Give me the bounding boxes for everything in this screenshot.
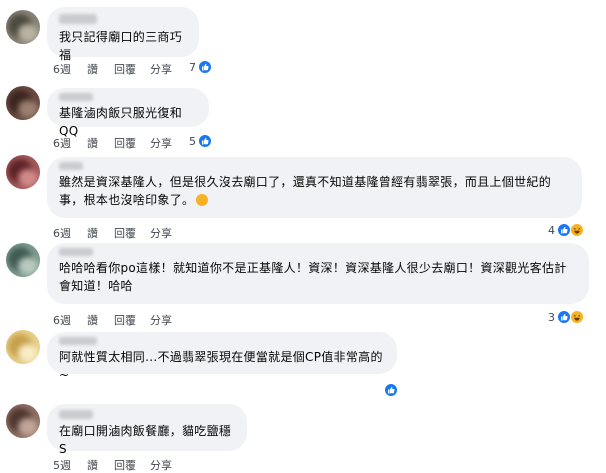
- comment-text: 在廟口開滷肉飯餐廳，貓吃鹽穩S: [59, 424, 232, 456]
- haha-icon[interactable]: [570, 310, 584, 324]
- author-name[interactable]: [59, 248, 93, 256]
- timestamp[interactable]: 6週: [53, 135, 71, 151]
- reply-button[interactable]: 回覆: [114, 135, 136, 151]
- comment-text: 阿就性質太相同...不過翡翠張現在便當就是個CP值非常高的~: [59, 350, 383, 382]
- like-button[interactable]: 讚: [87, 225, 98, 241]
- reply-button[interactable]: 回覆: [114, 457, 136, 473]
- reply-button[interactable]: 回覆: [114, 225, 136, 241]
- like-icon[interactable]: [198, 60, 212, 74]
- share-button[interactable]: 分享: [150, 61, 172, 77]
- timestamp[interactable]: 6週: [53, 61, 71, 77]
- author-name[interactable]: [59, 337, 97, 345]
- comment-bubble: 在廟口開滷肉飯餐廳，貓吃鹽穩S: [47, 404, 247, 456]
- comment-text-line2: 事，根本也沒啥印象了。: [59, 193, 195, 207]
- reply-button[interactable]: 回覆: [114, 61, 136, 77]
- like-icon[interactable]: [198, 134, 212, 148]
- timestamp[interactable]: 6週: [53, 225, 71, 241]
- reply-button[interactable]: 回覆: [114, 312, 136, 328]
- comment-bubble: 阿就性質太相同...不過翡翠張現在便當就是個CP值非常高的~: [47, 332, 397, 382]
- comment-text: 我只記得廟口的三商巧福: [59, 30, 183, 62]
- avatar[interactable]: [6, 10, 40, 44]
- avatar[interactable]: [6, 243, 40, 277]
- reaction-count[interactable]: 5: [189, 135, 196, 148]
- comment-text-line1: 哈哈哈看你po這樣！就知道你不是正基隆人！資深！資深基隆人很少去廟口！資深觀光客…: [59, 261, 567, 275]
- reaction-count[interactable]: 3: [548, 311, 555, 324]
- like-icon[interactable]: [384, 383, 398, 397]
- share-button[interactable]: 分享: [150, 457, 172, 473]
- author-name[interactable]: [59, 162, 83, 170]
- avatar[interactable]: [6, 404, 40, 438]
- comment-bubble: 雖然是資深基隆人，但是很久沒去廟口了，還真不知道基隆曾經有翡翠張，而且上個世紀的…: [47, 157, 582, 218]
- comment-bubble: 我只記得廟口的三商巧福: [47, 7, 199, 62]
- like-button[interactable]: 讚: [87, 312, 98, 328]
- author-name[interactable]: [59, 14, 97, 24]
- share-button[interactable]: 分享: [150, 312, 172, 328]
- laughing-emoji-icon: [196, 194, 209, 206]
- author-name[interactable]: [59, 410, 93, 419]
- reaction-count[interactable]: 7: [189, 61, 196, 74]
- like-button[interactable]: 讚: [87, 61, 98, 77]
- like-button[interactable]: 讚: [87, 135, 98, 151]
- like-button[interactable]: 讚: [87, 457, 98, 473]
- haha-icon[interactable]: [570, 223, 584, 237]
- like-icon[interactable]: [557, 223, 571, 237]
- comment-bubble: 基隆滷肉飯只服光復和QQ: [47, 88, 209, 138]
- avatar[interactable]: [6, 86, 40, 120]
- comment-text-line1: 雖然是資深基隆人，但是很久沒去廟口了，還真不知道基隆曾經有翡翠張，而且上個世紀的: [59, 175, 552, 189]
- author-name[interactable]: [59, 93, 93, 101]
- share-button[interactable]: 分享: [150, 225, 172, 241]
- comment-text-line2: 會知道！哈哈: [59, 279, 133, 293]
- avatar[interactable]: [6, 330, 40, 364]
- share-button[interactable]: 分享: [150, 135, 172, 151]
- like-icon[interactable]: [557, 310, 571, 324]
- avatar[interactable]: [6, 155, 40, 189]
- timestamp[interactable]: 6週: [53, 312, 71, 328]
- timestamp[interactable]: 5週: [53, 457, 71, 473]
- comment-bubble: 哈哈哈看你po這樣！就知道你不是正基隆人！資深！資深基隆人很少去廟口！資深觀光客…: [47, 243, 589, 304]
- reaction-count[interactable]: 4: [548, 224, 555, 237]
